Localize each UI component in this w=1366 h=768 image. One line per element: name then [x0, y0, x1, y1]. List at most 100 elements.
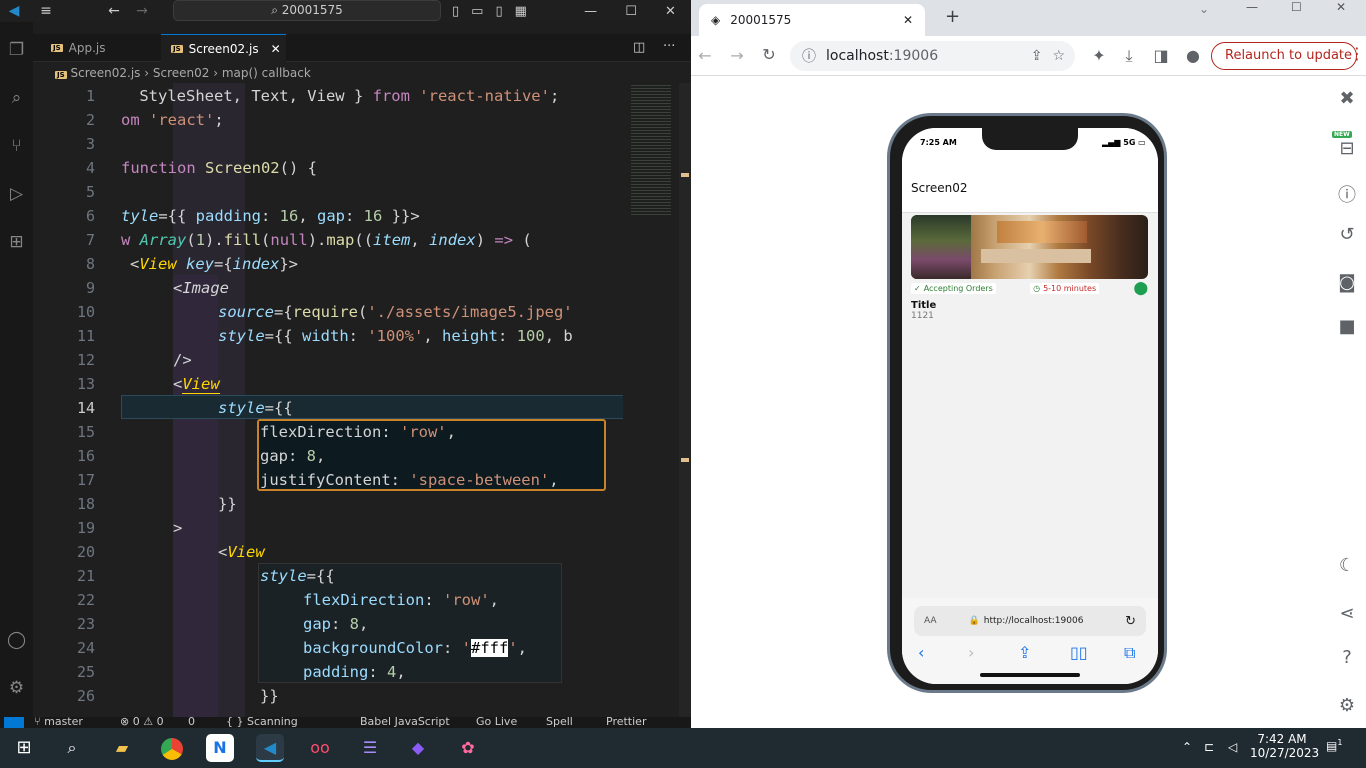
side-panel-icon[interactable]: ◨: [1149, 46, 1173, 65]
restaurant-card[interactable]: ✓ Accepting Orders ◷ 5-10 minutes ⬤ Title …: [911, 215, 1148, 321]
download-icon[interactable]: ⤓: [1117, 46, 1141, 66]
chrome-icon[interactable]: [158, 734, 186, 762]
line-number: 16: [76, 447, 95, 465]
customize-layout-icon[interactable]: ▦: [515, 4, 527, 19]
settings-gear-icon[interactable]: ⚙: [4, 676, 29, 701]
device-icon[interactable]: ⊟: [1335, 138, 1359, 159]
toggle-sidebar-icon[interactable]: ▯: [452, 4, 459, 19]
settings-gear-icon[interactable]: ⚙: [1335, 695, 1359, 716]
minimize-icon[interactable]: —: [584, 4, 597, 19]
forward-icon[interactable]: →: [725, 46, 749, 65]
toggle-secondary-sidebar-icon[interactable]: ▯: [495, 4, 502, 19]
forward-icon[interactable]: →: [128, 3, 156, 19]
breadcrumb-file[interactable]: Screen02.js: [70, 66, 140, 80]
file-explorer-icon[interactable]: ▰: [108, 734, 136, 762]
word-app-icon[interactable]: N: [206, 734, 234, 762]
tabs-icon[interactable]: ⧉: [1124, 643, 1135, 663]
site-info-icon[interactable]: ⓘ: [802, 46, 816, 66]
info-icon[interactable]: ⓘ: [1335, 181, 1359, 207]
safari-url-bar[interactable]: AA 🔒 http://localhost:19006 ↻: [914, 606, 1146, 636]
windows-start-icon[interactable]: ⊞: [10, 734, 38, 762]
bookmark-star-icon[interactable]: ☆: [1052, 48, 1065, 64]
language-mode[interactable]: Babel JavaScript: [360, 717, 450, 728]
breadcrumb-callback[interactable]: map() callback: [222, 66, 311, 80]
maximize-icon[interactable]: ☐: [1291, 0, 1302, 14]
more-actions-icon[interactable]: ···: [663, 39, 675, 54]
extensions-icon[interactable]: ⊞: [4, 230, 29, 255]
source-control-icon[interactable]: ⑂: [4, 134, 29, 159]
minimize-icon[interactable]: —: [1246, 0, 1258, 14]
ports-indicator[interactable]: 0: [188, 717, 195, 728]
search-icon[interactable]: ⌕: [58, 734, 86, 762]
notifications-icon[interactable]: ▤1: [1326, 738, 1342, 753]
screenshot-camera-icon[interactable]: ◙: [1335, 272, 1359, 293]
address-bar[interactable]: ⓘ localhost:19006 ⇪ ☆: [790, 41, 1075, 71]
tab-screen02-js[interactable]: JS Screen02.js ✕: [161, 34, 286, 62]
split-editor-icon[interactable]: ◫: [633, 40, 645, 55]
maximize-icon[interactable]: ☐: [625, 4, 637, 19]
app-icon[interactable]: ☰: [356, 734, 384, 762]
toggle-panel-icon[interactable]: ▭: [471, 4, 483, 19]
tab-close-icon[interactable]: ✕: [903, 13, 913, 27]
bookmarks-icon[interactable]: ▯▯: [1070, 643, 1088, 662]
prettier-indicator[interactable]: Prettier: [606, 717, 646, 728]
tab-search-icon[interactable]: ⌄: [1199, 2, 1209, 16]
account-icon[interactable]: ◯: [4, 628, 29, 653]
forward-icon[interactable]: ›: [968, 643, 974, 662]
vscode-taskbar-icon[interactable]: ◀: [256, 734, 284, 762]
dark-mode-moon-icon[interactable]: ☾: [1335, 555, 1359, 576]
network-icon[interactable]: ⊏: [1204, 740, 1214, 754]
menu-icon[interactable]: ≡: [32, 3, 60, 19]
line-number: 25: [76, 663, 95, 681]
line-number: 11: [76, 327, 95, 345]
close-icon[interactable]: ✕: [665, 4, 676, 19]
rotate-icon[interactable]: ↺: [1335, 224, 1359, 245]
problems-indicator[interactable]: ⊗ 0 ⚠ 0: [120, 717, 164, 728]
profile-icon[interactable]: ●: [1181, 46, 1205, 65]
share-icon[interactable]: ⇪: [1018, 643, 1031, 662]
explorer-icon[interactable]: ❐: [4, 38, 29, 63]
reload-icon[interactable]: ↻: [1125, 614, 1136, 629]
close-icon[interactable]: ✕: [1336, 0, 1346, 14]
search-icon[interactable]: ⌕: [4, 86, 29, 111]
breadcrumb-function[interactable]: Screen02: [153, 66, 210, 80]
browser-tab[interactable]: ◈ 20001575 ✕: [699, 4, 925, 36]
back-icon[interactable]: ←: [100, 3, 128, 19]
clock[interactable]: 7:42 AM 10/27/2023: [1250, 732, 1319, 760]
chrome-tab-strip: ◈ 20001575 ✕ + ⌄ — ☐ ✕: [691, 0, 1366, 36]
safari-url: http://localhost:19006: [983, 616, 1084, 626]
vscode-window: ◀ ≡ ← → ⌕ 20001575 ▯ ▭ ▯ ▦ — ☐ ✕ ❐ ⌕ ⑂ ▷…: [0, 0, 691, 728]
branch-indicator[interactable]: ⑂ master: [34, 717, 83, 728]
tab-app-js[interactable]: JS App.js: [41, 34, 161, 62]
help-icon[interactable]: ?: [1335, 647, 1359, 668]
back-icon[interactable]: ←: [693, 46, 717, 65]
share-icon[interactable]: ⋖: [1335, 603, 1359, 624]
run-debug-icon[interactable]: ▷: [4, 182, 29, 207]
location-pin-icon[interactable]: ⬤: [1133, 281, 1148, 296]
chrome-menu-icon[interactable]: ⋮: [1349, 44, 1365, 63]
minimap[interactable]: [623, 83, 679, 717]
back-icon[interactable]: ‹: [918, 643, 924, 662]
visual-studio-icon[interactable]: ◆: [404, 734, 432, 762]
show-hidden-icons[interactable]: ⌃: [1182, 740, 1192, 754]
code-editor[interactable]: 1 2 3 4 5 6 7 8 9 10 11 12 13 14 15 16 1…: [33, 83, 623, 717]
text-size-button[interactable]: AA: [924, 616, 937, 626]
remote-indicator[interactable]: [4, 717, 24, 728]
close-panel-icon[interactable]: ✖: [1335, 88, 1359, 109]
tab-close-icon[interactable]: ✕: [271, 42, 281, 56]
volume-icon[interactable]: ◁: [1228, 740, 1237, 754]
code-line-7: w Array(1).fill(null).map((item, index) …: [121, 231, 532, 249]
relaunch-to-update-button[interactable]: Relaunch to update: [1211, 42, 1357, 70]
share-icon[interactable]: ⇪: [1031, 48, 1043, 64]
video-record-icon[interactable]: ■: [1335, 316, 1359, 337]
app-icon[interactable]: ✿: [454, 734, 482, 762]
command-center-search[interactable]: ⌕ 20001575: [173, 0, 441, 21]
oo-app-icon[interactable]: oo: [306, 734, 334, 762]
extensions-icon[interactable]: ✦: [1087, 46, 1111, 65]
reload-icon[interactable]: ↻: [757, 45, 781, 64]
vertical-scrollbar[interactable]: [679, 83, 691, 717]
code-area[interactable]: StyleSheet, Text, View } from 'react-nat…: [121, 83, 623, 717]
spell-indicator[interactable]: Spell: [546, 717, 573, 728]
go-live-button[interactable]: Go Live: [476, 717, 517, 728]
new-tab-icon[interactable]: +: [945, 6, 960, 27]
